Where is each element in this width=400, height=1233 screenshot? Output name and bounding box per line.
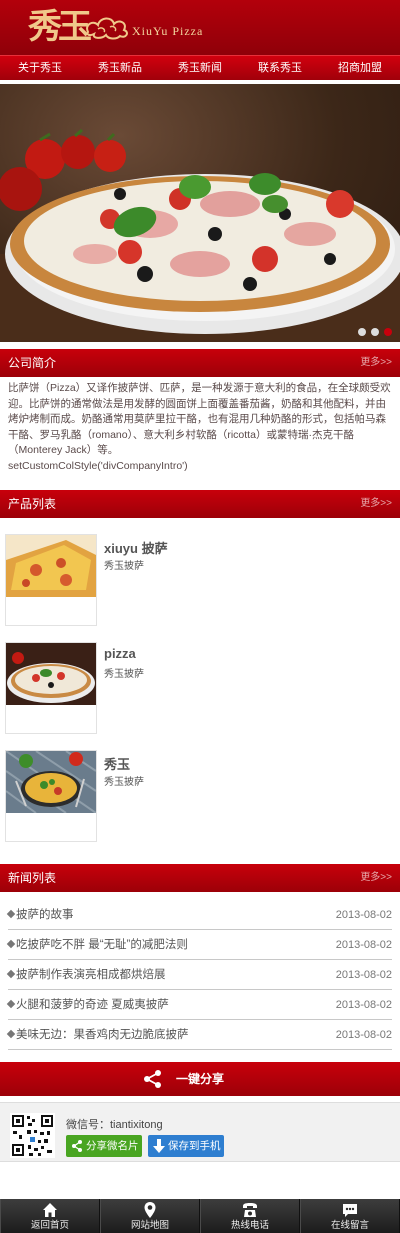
slider-dots (358, 328, 392, 336)
banner-slider[interactable] (0, 84, 400, 342)
product-image (6, 751, 96, 813)
product-subtitle: 秀玉披萨 (104, 561, 144, 572)
news-date: 2013-08-02 (335, 1029, 392, 1041)
news-list-item[interactable]: 美味无边：果香鸡肉无边脆底披萨 2013-08-02 (6, 1020, 392, 1050)
news-title[interactable]: 火腿和菠萝的奇迹 夏威夷披萨 (16, 990, 169, 1020)
diamond-bullet-icon (6, 939, 16, 949)
news-more-link[interactable]: 更多>> (360, 864, 392, 892)
tab-hotline-label: 热线电话 (230, 1220, 269, 1231)
product-image (6, 535, 96, 597)
product-thumbnail[interactable] (5, 750, 97, 842)
wechat-card: 微信号：tiantixitong 分享微名片 保存到手机 (0, 1102, 400, 1162)
bottom-tab-bar: 返回首页 网站地图 热线电话 在线留言 (0, 1199, 400, 1233)
site-header: 秀玉 XiuYu Pizza (0, 0, 400, 55)
map-pin-icon (144, 1202, 156, 1218)
cloud-logo-icon (86, 17, 128, 40)
share-card-label: 分享微名片 (86, 1140, 139, 1152)
news-title[interactable]: 披萨制作表演亮相成都烘焙展 (16, 960, 166, 990)
download-arrow-icon (153, 1139, 165, 1153)
phone-icon (243, 1203, 257, 1217)
main-nav: 关于秀玉 秀玉新品 秀玉新闻 联系秀玉 招商加盟 (0, 55, 400, 80)
company-more-link[interactable]: 更多>> (360, 349, 392, 377)
product-section-title: 产品列表 (8, 497, 57, 511)
nav-item-new-products[interactable]: 秀玉新品 (80, 56, 160, 80)
wechat-id: 微信号：tiantixitong (66, 1119, 163, 1131)
company-intro: 比萨饼（Pizza）又译作披萨饼、匹萨，是一种发源于意大利的食品，在全球颇受欢迎… (8, 381, 392, 474)
news-title[interactable]: 美味无边：果香鸡肉无边脆底披萨 (16, 1020, 189, 1050)
share-label: 一键分享 (176, 1072, 225, 1086)
product-name[interactable]: xiuyu 披萨 (104, 538, 168, 557)
news-list-item[interactable]: 吃披萨吃不胖 最“无耻”的减肥法则 2013-08-02 (6, 930, 392, 960)
tab-sitemap[interactable]: 网站地图 (100, 1199, 200, 1233)
nav-item-news[interactable]: 秀玉新闻 (160, 56, 240, 80)
news-title[interactable]: 披萨的故事 (16, 900, 74, 930)
tab-hotline[interactable]: 热线电话 (200, 1199, 300, 1233)
tab-message-label: 在线留言 (330, 1220, 369, 1231)
diamond-bullet-icon (6, 1029, 16, 1039)
nav-item-franchise[interactable]: 招商加盟 (320, 56, 400, 80)
save-to-phone-button[interactable]: 保存到手机 (148, 1135, 224, 1157)
product-subtitle: 秀玉披萨 (104, 777, 144, 788)
news-list-item[interactable]: 披萨制作表演亮相成都烘焙展 2013-08-02 (6, 960, 392, 990)
message-icon (343, 1204, 357, 1217)
news-title[interactable]: 吃披萨吃不胖 最“无耻”的减肥法则 (16, 930, 188, 960)
news-date: 2013-08-02 (335, 939, 392, 951)
product-name[interactable]: pizza (104, 646, 136, 661)
news-date: 2013-08-02 (335, 969, 392, 981)
tab-sitemap-label: 网站地图 (130, 1220, 169, 1231)
news-section-header: 新闻列表 更多>> (0, 864, 400, 892)
product-subtitle: 秀玉披萨 (104, 669, 144, 680)
company-section-header: 公司简介 更多>> (0, 349, 400, 377)
product-thumbnail[interactable] (5, 534, 97, 626)
slider-dot[interactable] (371, 328, 379, 336)
news-section-title: 新闻列表 (8, 871, 57, 885)
company-intro-text: 比萨饼（Pizza）又译作披萨饼、匹萨，是一种发源于意大利的食品，在全球颇受欢迎… (8, 382, 391, 456)
product-name[interactable]: 秀玉 (104, 754, 130, 773)
tab-message[interactable]: 在线留言 (300, 1199, 400, 1233)
logo-text: XiuYu Pizza (132, 24, 204, 38)
logo-glyph[interactable]: 秀玉 (28, 2, 92, 52)
one-click-share-bar[interactable]: 一键分享 (0, 1062, 400, 1096)
product-thumbnail[interactable] (5, 642, 97, 734)
diamond-bullet-icon (6, 969, 16, 979)
slider-dot[interactable] (358, 328, 366, 336)
diamond-bullet-icon (6, 999, 16, 1009)
diamond-bullet-icon (6, 909, 16, 919)
slider-dot-active[interactable] (384, 328, 392, 336)
product-image (6, 643, 96, 705)
news-date: 2013-08-02 (335, 909, 392, 921)
save-to-phone-label: 保存到手机 (168, 1140, 221, 1152)
news-date: 2013-08-02 (335, 999, 392, 1011)
nav-item-about[interactable]: 关于秀玉 (0, 56, 80, 80)
tab-home[interactable]: 返回首页 (0, 1199, 100, 1233)
news-list-item[interactable]: 火腿和菠萝的奇迹 夏威夷披萨 2013-08-02 (6, 990, 392, 1020)
nav-item-contact[interactable]: 联系秀玉 (240, 56, 320, 80)
share-icon (72, 1140, 82, 1152)
news-list-item[interactable]: 披萨的故事 2013-08-02 (6, 900, 392, 930)
company-intro-script-text: setCustomColStyle('divCompanyIntro') (8, 459, 188, 472)
company-section-title: 公司简介 (8, 356, 57, 370)
product-section-header: 产品列表 更多>> (0, 490, 400, 518)
product-more-link[interactable]: 更多>> (360, 490, 392, 518)
share-card-button[interactable]: 分享微名片 (66, 1135, 142, 1157)
share-icon (144, 1070, 161, 1088)
qr-code-icon (10, 1113, 55, 1158)
home-icon (43, 1203, 57, 1217)
pizza-banner-image (0, 128, 400, 342)
tab-home-label: 返回首页 (30, 1220, 69, 1231)
